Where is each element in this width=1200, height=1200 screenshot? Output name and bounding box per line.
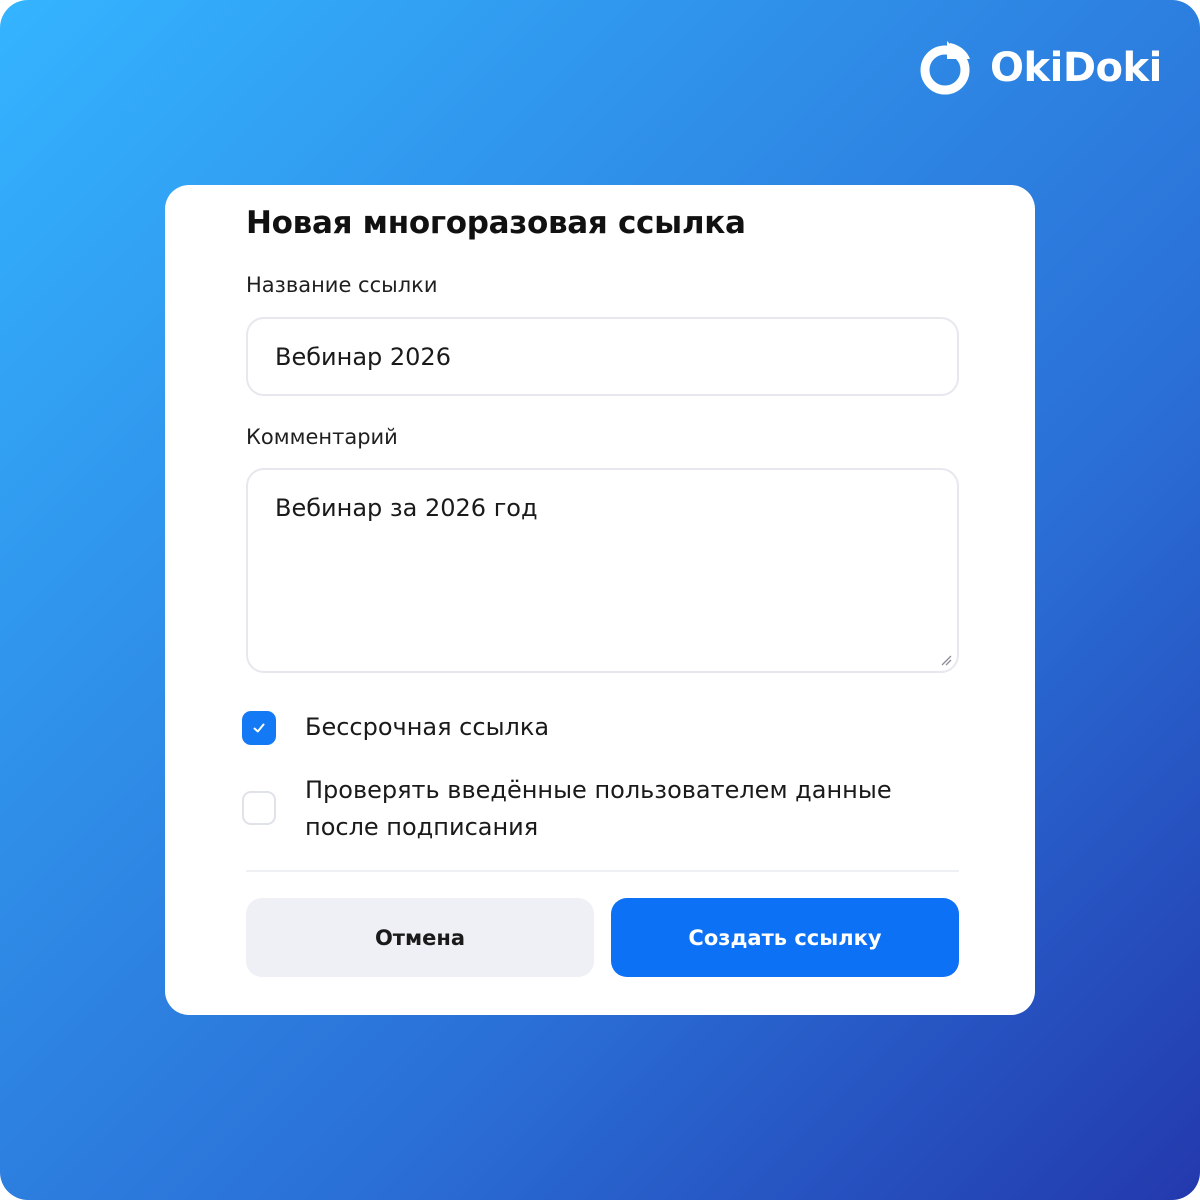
divider — [246, 870, 959, 872]
comment-value: Вебинар за 2026 год — [275, 494, 538, 522]
option-permanent-link[interactable]: Бессрочная ссылка — [242, 711, 905, 746]
link-name-input[interactable]: Вебинар 2026 — [246, 317, 959, 396]
resize-handle-icon[interactable] — [940, 654, 952, 666]
okidoki-logo-icon — [920, 41, 970, 95]
comment-label: Комментарий — [246, 425, 398, 449]
cancel-button[interactable]: Отмена — [246, 898, 594, 977]
verify-data-checkbox[interactable] — [242, 791, 276, 825]
new-link-dialog: Новая многоразовая ссылка Название ссылк… — [165, 185, 1035, 1015]
checkmark-icon — [253, 723, 265, 733]
option-verify-data[interactable]: Проверять введённые пользователем данные… — [242, 772, 905, 846]
link-name-label: Название ссылки — [246, 273, 438, 297]
background: OkiDoki Новая многоразовая ссылка Назван… — [0, 0, 1200, 1200]
link-name-value: Вебинар 2026 — [275, 342, 451, 371]
dialog-title: Новая многоразовая ссылка — [246, 205, 746, 241]
permanent-link-checkbox[interactable] — [242, 711, 276, 745]
permanent-link-label: Бессрочная ссылка — [305, 713, 550, 741]
verify-data-label: Проверять введённые пользователем данные… — [305, 776, 892, 841]
brand-name: OkiDoki — [990, 45, 1162, 91]
brand-logo: OkiDoki — [918, 38, 1162, 98]
create-link-button[interactable]: Создать ссылку — [611, 898, 959, 977]
comment-textarea[interactable]: Вебинар за 2026 год — [246, 468, 959, 673]
